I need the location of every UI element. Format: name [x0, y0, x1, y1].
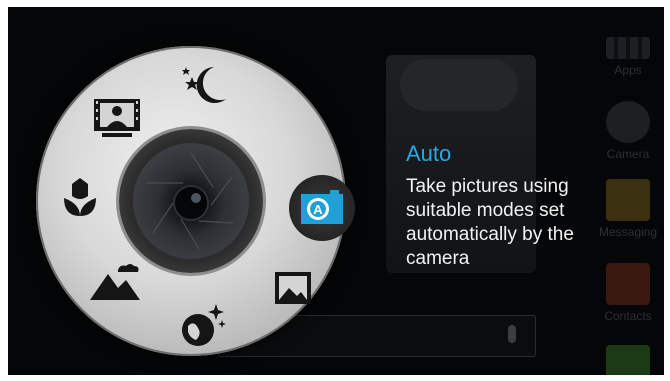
portrait-mode-icon[interactable] [88, 92, 146, 142]
dock-label: Apps [614, 63, 642, 77]
mode-title: Auto [406, 141, 452, 166]
mode-dial[interactable]: A [36, 46, 355, 356]
background-cloud-icon [400, 59, 518, 111]
lens-ring [119, 129, 263, 273]
camera-icon [606, 101, 650, 143]
gallery-icon[interactable] [266, 264, 320, 312]
dock-item-apps: Apps [592, 37, 664, 77]
dock-label: Camera [606, 147, 650, 161]
phone-icon [606, 345, 650, 375]
apps-grid-icon [606, 37, 650, 59]
svg-text:A: A [313, 202, 323, 217]
dock-item-contacts: Contacts [592, 263, 664, 323]
scenery-mode-icon[interactable] [172, 300, 232, 352]
background-mic-icon [508, 325, 516, 343]
lens-aperture-icon [133, 143, 249, 259]
landscape-mode-icon[interactable] [86, 258, 144, 306]
dock-label: Contacts [604, 309, 652, 323]
night-mode-icon[interactable] [176, 60, 236, 110]
camera-mode-screen: Apps Camera Messaging Contacts Auto Take… [0, 0, 670, 381]
mode-description: Take pictures using suitable modes set a… [406, 176, 574, 269]
auto-mode-button[interactable]: A [289, 175, 355, 241]
macro-mode-icon[interactable] [56, 174, 104, 222]
dock-item-camera: Camera [592, 101, 664, 161]
dock-item-phone [592, 345, 664, 375]
